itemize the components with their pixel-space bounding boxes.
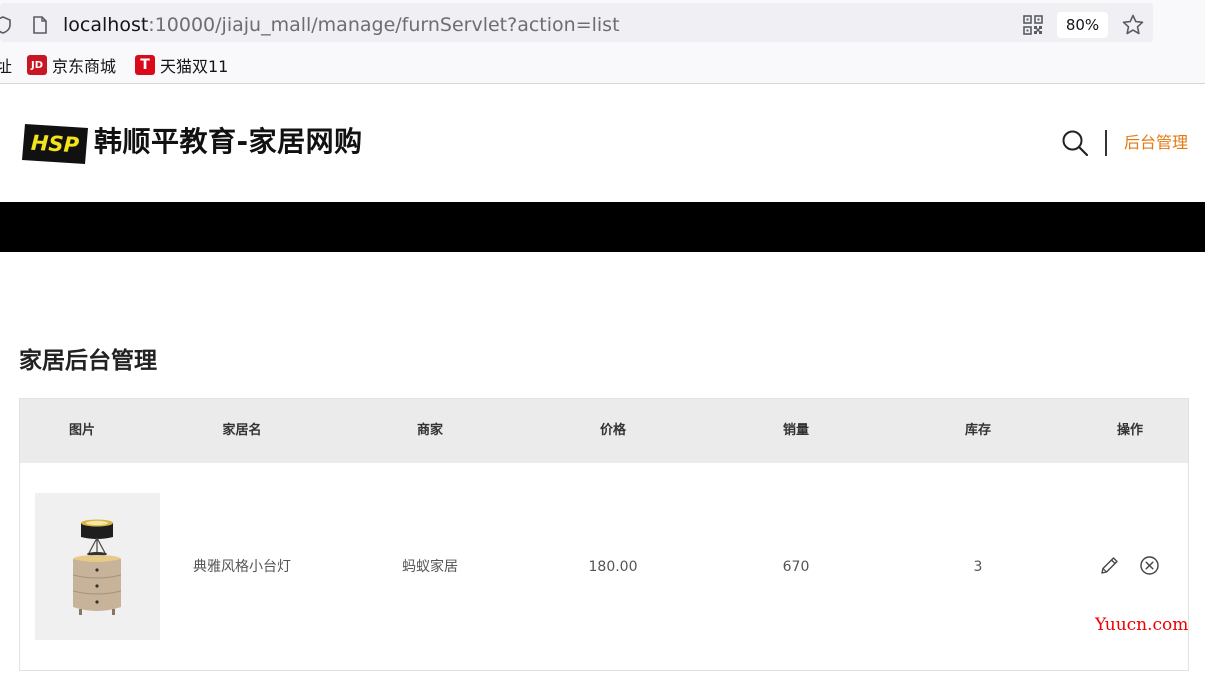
admin-manage-link[interactable]: 后台管理 (1124, 133, 1188, 153)
search-icon[interactable] (1061, 129, 1089, 157)
site-title[interactable]: 韩顺平教育-家居网购 (94, 123, 363, 161)
page-title: 家居后台管理 (19, 348, 157, 374)
furniture-table: 图片 家居名 商家 价格 销量 库存 操作 典雅风格小台灯 蚂蚁家居 180.0… (19, 398, 1189, 671)
cell-merchant: 蚂蚁家居 (402, 559, 458, 575)
bookmark-label: 天猫双11 (160, 57, 229, 76)
qr-code-icon[interactable] (1023, 15, 1043, 35)
bookmark-truncated[interactable]: 址 (0, 54, 12, 76)
cell-stock: 3 (973, 559, 983, 575)
shield-icon[interactable] (0, 16, 12, 34)
bookmarks-bar: 址 JD 京东商城 T 天猫双11 (0, 46, 1205, 84)
lamp-nightstand-image (72, 519, 122, 615)
site-header: HSP 韩顺平教育-家居网购 后台管理 (0, 84, 1205, 202)
table-header-row: 图片 家居名 商家 价格 销量 库存 操作 (20, 399, 1188, 463)
bookmark-star-icon[interactable] (1121, 13, 1145, 37)
bookmark-tmall[interactable]: T 天猫双11 (135, 54, 228, 76)
url-path: :10000/jiaju_mall/manage/furnServlet?act… (148, 14, 620, 36)
logo-text: HSP (30, 131, 80, 158)
product-thumbnail[interactable] (35, 493, 160, 640)
table-row: 典雅风格小台灯 蚂蚁家居 180.00 670 3 (20, 463, 1188, 671)
cell-sales: 670 (782, 559, 810, 575)
zoom-level-badge[interactable]: 80% (1057, 12, 1108, 38)
hsp-logo[interactable]: HSP (22, 122, 88, 164)
bookmark-label: 京东商城 (52, 57, 117, 76)
jd-logo-icon: JD (27, 55, 47, 75)
url-host: localhost (63, 14, 149, 36)
cell-price: 180.00 (588, 559, 638, 575)
column-header-stock: 库存 (964, 423, 991, 438)
column-header-sales: 销量 (782, 423, 809, 438)
bookmark-label: 址 (0, 57, 13, 76)
column-header-actions: 操作 (1116, 423, 1143, 438)
page-icon[interactable] (32, 16, 48, 34)
edit-pencil-icon[interactable] (1098, 555, 1120, 577)
bookmark-jd[interactable]: JD 京东商城 (27, 54, 116, 76)
url-field[interactable]: localhost:10000/jiaju_mall/manage/furnSe… (0, 3, 1153, 42)
browser-address-bar: localhost:10000/jiaju_mall/manage/furnSe… (0, 0, 1205, 46)
header-divider (1105, 130, 1107, 156)
cell-furn-name: 典雅风格小台灯 (193, 559, 291, 575)
watermark: Yuucn.com (1095, 615, 1189, 635)
url-text[interactable]: localhost:10000/jiaju_mall/manage/furnSe… (63, 13, 620, 37)
column-header-image: 图片 (68, 423, 95, 438)
tmall-logo-icon: T (135, 55, 155, 75)
column-header-merchant: 商家 (416, 423, 443, 438)
nav-band (0, 202, 1205, 252)
column-header-price: 价格 (599, 423, 626, 438)
delete-circle-x-icon[interactable] (1139, 555, 1160, 576)
column-header-name: 家居名 (222, 423, 262, 438)
